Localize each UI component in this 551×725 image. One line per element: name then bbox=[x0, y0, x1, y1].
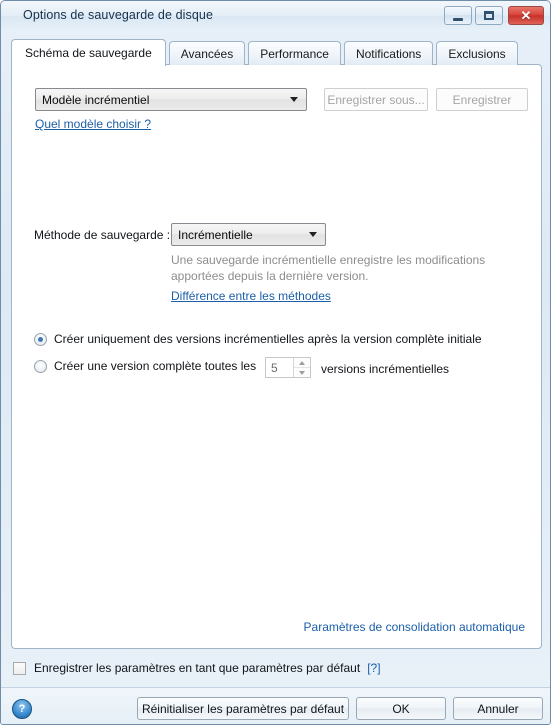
cancel-button-label: Annuler bbox=[477, 701, 519, 716]
tab-label: Avancées bbox=[180, 46, 234, 61]
cancel-button[interactable]: Annuler bbox=[453, 697, 543, 720]
ok-button[interactable]: OK bbox=[356, 697, 446, 720]
chevron-down-icon bbox=[309, 232, 317, 237]
ok-button-label: OK bbox=[392, 701, 410, 716]
template-select-value: Modèle incrémentiel bbox=[42, 92, 150, 107]
chevron-up-icon bbox=[299, 360, 305, 365]
dialog-footer: ? Réinitialiser les paramètres par défau… bbox=[1, 688, 550, 724]
save-button[interactable]: Enregistrer bbox=[436, 88, 528, 111]
tab-label: Schéma de sauvegarde bbox=[25, 46, 152, 60]
close-button[interactable]: ✕ bbox=[508, 6, 544, 25]
template-select[interactable]: Modèle incrémentiel bbox=[35, 88, 307, 111]
radio-button-icon[interactable] bbox=[34, 359, 47, 373]
radio-option-incremental-only[interactable]: Créer uniquement des versions incrémenti… bbox=[34, 332, 482, 346]
chevron-down-icon bbox=[290, 97, 298, 102]
save-as-button[interactable]: Enregistrer sous... bbox=[324, 88, 428, 111]
save-as-defaults-row[interactable]: Enregistrer les paramètres en tant que p… bbox=[13, 661, 381, 675]
radio-button-icon[interactable] bbox=[34, 332, 47, 346]
tab-label: Exclusions bbox=[448, 46, 506, 61]
tab-strip: Schéma de sauvegarde Avancées Performanc… bbox=[11, 39, 521, 66]
method-description: Une sauvegarde incrémentielle enregistre… bbox=[171, 253, 486, 283]
tab-label: Performance bbox=[260, 46, 329, 61]
method-select-value: Incrémentielle bbox=[178, 227, 253, 242]
tab-notifications[interactable]: Notifications bbox=[343, 41, 434, 65]
stepper-increment-button[interactable] bbox=[294, 358, 310, 368]
maximize-button[interactable] bbox=[475, 6, 503, 25]
radio-option-label: Créer uniquement des versions incrémenti… bbox=[54, 332, 482, 346]
versions-count-stepper[interactable]: 5 bbox=[265, 357, 311, 378]
method-select[interactable]: Incrémentielle bbox=[171, 223, 326, 246]
save-button-label: Enregistrer bbox=[452, 92, 512, 107]
method-difference-link[interactable]: Différence entre les méthodes bbox=[171, 289, 331, 303]
consolidation-settings-link[interactable]: Paramètres de consolidation automatique bbox=[304, 620, 525, 634]
versions-count-suffix-label: versions incrémentielles bbox=[321, 362, 450, 376]
stepper-buttons bbox=[293, 358, 310, 377]
dialog-window: Options de sauvegarde de disque ✕ Schéma… bbox=[0, 0, 551, 725]
tab-label: Notifications bbox=[355, 46, 422, 61]
which-template-link[interactable]: Quel modèle choisir ? bbox=[35, 117, 151, 131]
minimize-button[interactable] bbox=[444, 6, 472, 25]
radio-option-label: Créer une version complète toutes les bbox=[54, 359, 257, 373]
versions-count-value[interactable]: 5 bbox=[266, 358, 293, 377]
window-title: Options de sauvegarde de disque bbox=[23, 8, 214, 22]
tab-panel-schema-de-sauvegarde: Modèle incrémentiel Enregistrer sous... … bbox=[11, 64, 542, 649]
stepper-decrement-button[interactable] bbox=[294, 368, 310, 377]
tab-performance[interactable]: Performance bbox=[248, 41, 341, 65]
tab-schema-de-sauvegarde[interactable]: Schéma de sauvegarde bbox=[11, 39, 166, 66]
title-bar: Options de sauvegarde de disque ✕ bbox=[1, 1, 550, 31]
tab-exclusions[interactable]: Exclusions bbox=[436, 41, 518, 65]
close-icon: ✕ bbox=[520, 8, 532, 23]
tab-avancees[interactable]: Avancées bbox=[168, 41, 246, 65]
help-icon[interactable]: ? bbox=[12, 699, 32, 719]
chevron-down-icon bbox=[299, 370, 305, 375]
defaults-help-link[interactable]: [?] bbox=[367, 661, 380, 675]
reset-defaults-button-label: Réinitialiser les paramètres par défaut bbox=[141, 701, 345, 716]
radio-option-full-every-n[interactable]: Créer une version complète toutes les bbox=[34, 359, 256, 373]
save-as-defaults-label: Enregistrer les paramètres en tant que p… bbox=[34, 661, 361, 675]
maximize-icon bbox=[484, 11, 494, 20]
save-as-button-label: Enregistrer sous... bbox=[327, 92, 425, 107]
reset-defaults-button[interactable]: Réinitialiser les paramètres par défaut bbox=[137, 697, 349, 720]
save-as-defaults-checkbox[interactable] bbox=[13, 661, 26, 675]
minimize-icon bbox=[453, 17, 463, 21]
method-label: Méthode de sauvegarde : bbox=[34, 228, 171, 242]
help-icon-glyph: ? bbox=[18, 702, 26, 715]
